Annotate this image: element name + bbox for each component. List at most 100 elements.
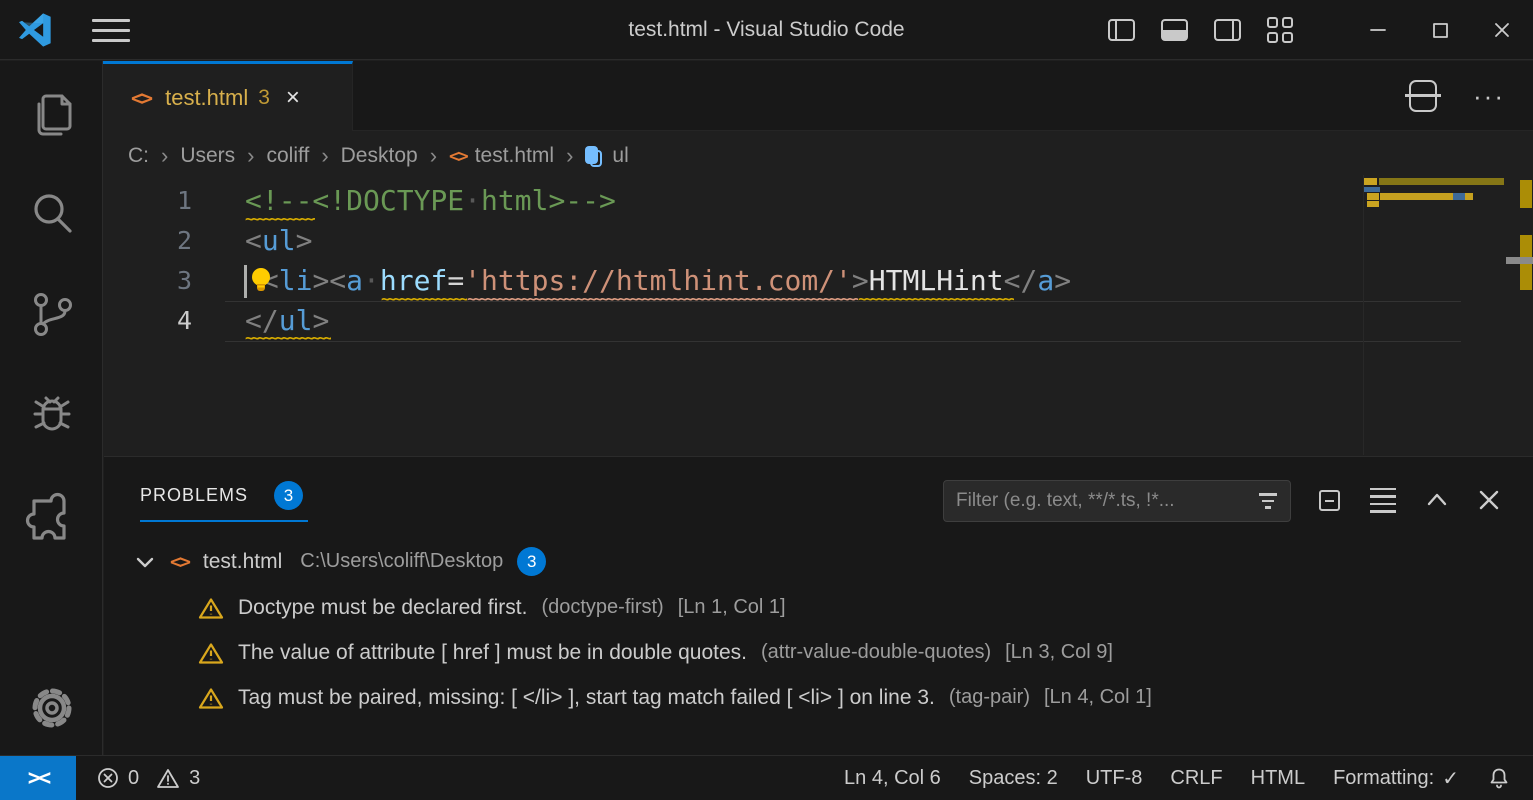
editor-tab-strip: <> test.html 3 × ··· — [103, 61, 1533, 131]
toggle-primary-sidebar-icon[interactable] — [1108, 19, 1135, 41]
minimize-button[interactable] — [1347, 0, 1409, 60]
language-mode-status[interactable]: HTML — [1237, 756, 1319, 800]
tab-close-icon[interactable]: × — [286, 86, 300, 110]
search-icon[interactable] — [0, 179, 103, 249]
formatting-status[interactable]: Formatting: ✓ — [1319, 756, 1473, 800]
tab-label: test.html — [165, 85, 248, 111]
toggle-secondary-sidebar-icon[interactable] — [1214, 19, 1241, 41]
file-problem-badge: 3 — [517, 547, 546, 576]
tab-test-html[interactable]: <> test.html 3 × — [103, 61, 353, 131]
problems-file-group[interactable]: <> test.html C:\Users\coliff\Desktop 3 — [134, 539, 546, 584]
remote-icon: >< — [28, 766, 49, 791]
breadcrumb-users[interactable]: Users — [180, 144, 235, 168]
ruler-cursor-mark — [1506, 257, 1533, 264]
tab-problems[interactable]: PROBLEMS 3 — [140, 481, 303, 510]
maximize-panel-icon[interactable] — [1420, 483, 1454, 517]
html-file-icon: <> — [131, 86, 151, 110]
cursor-position-status[interactable]: Ln 4, Col 6 — [830, 756, 955, 800]
error-count: 0 — [128, 767, 139, 790]
minimap-line2 — [1364, 187, 1380, 192]
html-file-icon: <> — [170, 551, 189, 573]
text-cursor — [244, 265, 247, 298]
current-line-border-bottom — [225, 341, 1461, 342]
problem-source: (attr-value-double-quotes) — [761, 641, 991, 664]
problems-file-name: test.html — [203, 550, 282, 574]
breadcrumb-drive[interactable]: C: — [128, 144, 149, 168]
minimap-line3-link — [1453, 193, 1465, 200]
minimap-warning-mark — [1364, 178, 1377, 185]
view-as-table-icon[interactable] — [1366, 483, 1400, 517]
warning-count: 3 — [189, 767, 200, 790]
problems-tab-label: PROBLEMS — [140, 485, 248, 506]
encoding-status[interactable]: UTF-8 — [1072, 756, 1157, 800]
breadcrumb: C: › Users › coliff › Desktop › <> test.… — [128, 138, 629, 174]
maximize-button[interactable] — [1409, 0, 1471, 60]
indentation-status[interactable]: Spaces: 2 — [955, 756, 1072, 800]
breadcrumb-file[interactable]: <> test.html — [449, 144, 554, 168]
line-number: 1 — [104, 186, 192, 215]
code-editor[interactable]: 1<!--<!DOCTYPE·html>-->2<ul>3 <li><a·hre… — [104, 175, 1533, 455]
customize-layout-icon[interactable] — [1267, 17, 1293, 43]
warning-squiggle: ~~~~~~~~~~~~~~~~~~~~~~~~~~~~~~~~~~~~~~~~… — [381, 296, 467, 305]
minimap-line3 — [1380, 193, 1453, 200]
problem-row[interactable]: Doctype must be declared first. (doctype-… — [198, 585, 1513, 630]
close-window-button[interactable] — [1471, 0, 1533, 60]
split-editor-icon[interactable] — [1409, 80, 1437, 112]
settings-gear-icon[interactable] — [0, 673, 103, 743]
title-bar: test.html - Visual Studio Code — [0, 0, 1533, 60]
breadcrumb-coliff[interactable]: coliff — [267, 144, 310, 168]
problem-source: (doctype-first) — [541, 596, 663, 619]
minimap[interactable] — [1363, 175, 1510, 455]
errors-warnings-status[interactable]: 0 3 — [82, 756, 214, 800]
warning-triangle-icon — [198, 596, 224, 620]
more-actions-icon[interactable]: ··· — [1473, 81, 1505, 112]
error-icon — [96, 766, 120, 790]
lightbulb-icon[interactable] — [250, 266, 272, 296]
minimap-warning-mark — [1367, 193, 1379, 200]
breadcrumb-symbol-ul[interactable]: ul — [585, 144, 628, 168]
problems-file-path: C:\Users\coliff\Desktop — [300, 550, 503, 573]
warning-squiggle: ~~~~~~~~~~~~~~~~~~~~~~~~~~~~~~~~~~~~~~~~… — [858, 296, 1014, 305]
overview-ruler[interactable] — [1510, 175, 1533, 455]
remote-indicator[interactable]: >< — [0, 756, 76, 800]
extensions-icon[interactable] — [0, 479, 103, 549]
line-number: 2 — [104, 226, 192, 255]
problem-position: [Ln 3, Col 9] — [1005, 641, 1113, 664]
close-panel-icon[interactable] — [1472, 483, 1506, 517]
source-control-icon[interactable] — [0, 279, 103, 349]
warning-squiggle: ~~~~~~~~~~~~~~~~~~~~~~~~~~~~~~~~~~~~~~~~… — [245, 216, 315, 225]
warning-squiggle: ~~~~~~~~~~~~~~~~~~~~~~~~~~~~~~~~~~~~~~~~… — [245, 335, 331, 344]
problem-row[interactable]: Tag must be paired, missing: [ </li> ], … — [198, 675, 1513, 720]
run-and-debug-icon[interactable] — [0, 379, 103, 449]
problem-source: (tag-pair) — [949, 686, 1030, 709]
collapse-all-icon[interactable] — [1312, 483, 1346, 517]
symbol-element-icon — [585, 146, 602, 167]
explorer-icon[interactable] — [0, 79, 103, 149]
warning-triangle-icon — [198, 641, 224, 665]
code-line-2[interactable]: 2<ul> — [104, 220, 1364, 260]
problems-count-badge: 3 — [274, 481, 303, 510]
html-file-icon: <> — [449, 146, 467, 167]
ruler-warning-block — [1520, 180, 1532, 208]
minimap-line4-mark — [1367, 201, 1379, 207]
problems-filter[interactable] — [943, 480, 1291, 522]
eol-status[interactable]: CRLF — [1156, 756, 1236, 800]
chevron-down-icon — [134, 551, 156, 573]
check-icon: ✓ — [1442, 766, 1459, 791]
code-line-3[interactable]: 3 <li><a·href='https://htmlhint.com/'>HT… — [104, 260, 1364, 300]
status-bar: >< 0 3 Ln 4, Col 6 Spaces: 2 UTF-8 CRLF … — [0, 755, 1533, 800]
breadcrumb-desktop[interactable]: Desktop — [341, 144, 418, 168]
code-line-4[interactable]: 4</ul> — [104, 300, 1364, 340]
warning-triangle-icon — [198, 686, 224, 710]
code-line-1[interactable]: 1<!--<!DOCTYPE·html>--> — [104, 180, 1364, 220]
problem-row[interactable]: The value of attribute [ href ] must be … — [198, 630, 1513, 675]
problem-position: [Ln 4, Col 1] — [1044, 686, 1152, 709]
problems-filter-input[interactable] — [956, 490, 1258, 512]
window-title: test.html - Visual Studio Code — [0, 0, 1533, 60]
notifications-bell[interactable] — [1473, 756, 1525, 800]
line-number: 4 — [104, 306, 192, 335]
bell-icon — [1487, 766, 1511, 790]
toggle-panel-icon[interactable] — [1161, 19, 1188, 41]
problem-message: Doctype must be declared first. — [238, 596, 527, 620]
filter-icon — [1258, 493, 1278, 509]
